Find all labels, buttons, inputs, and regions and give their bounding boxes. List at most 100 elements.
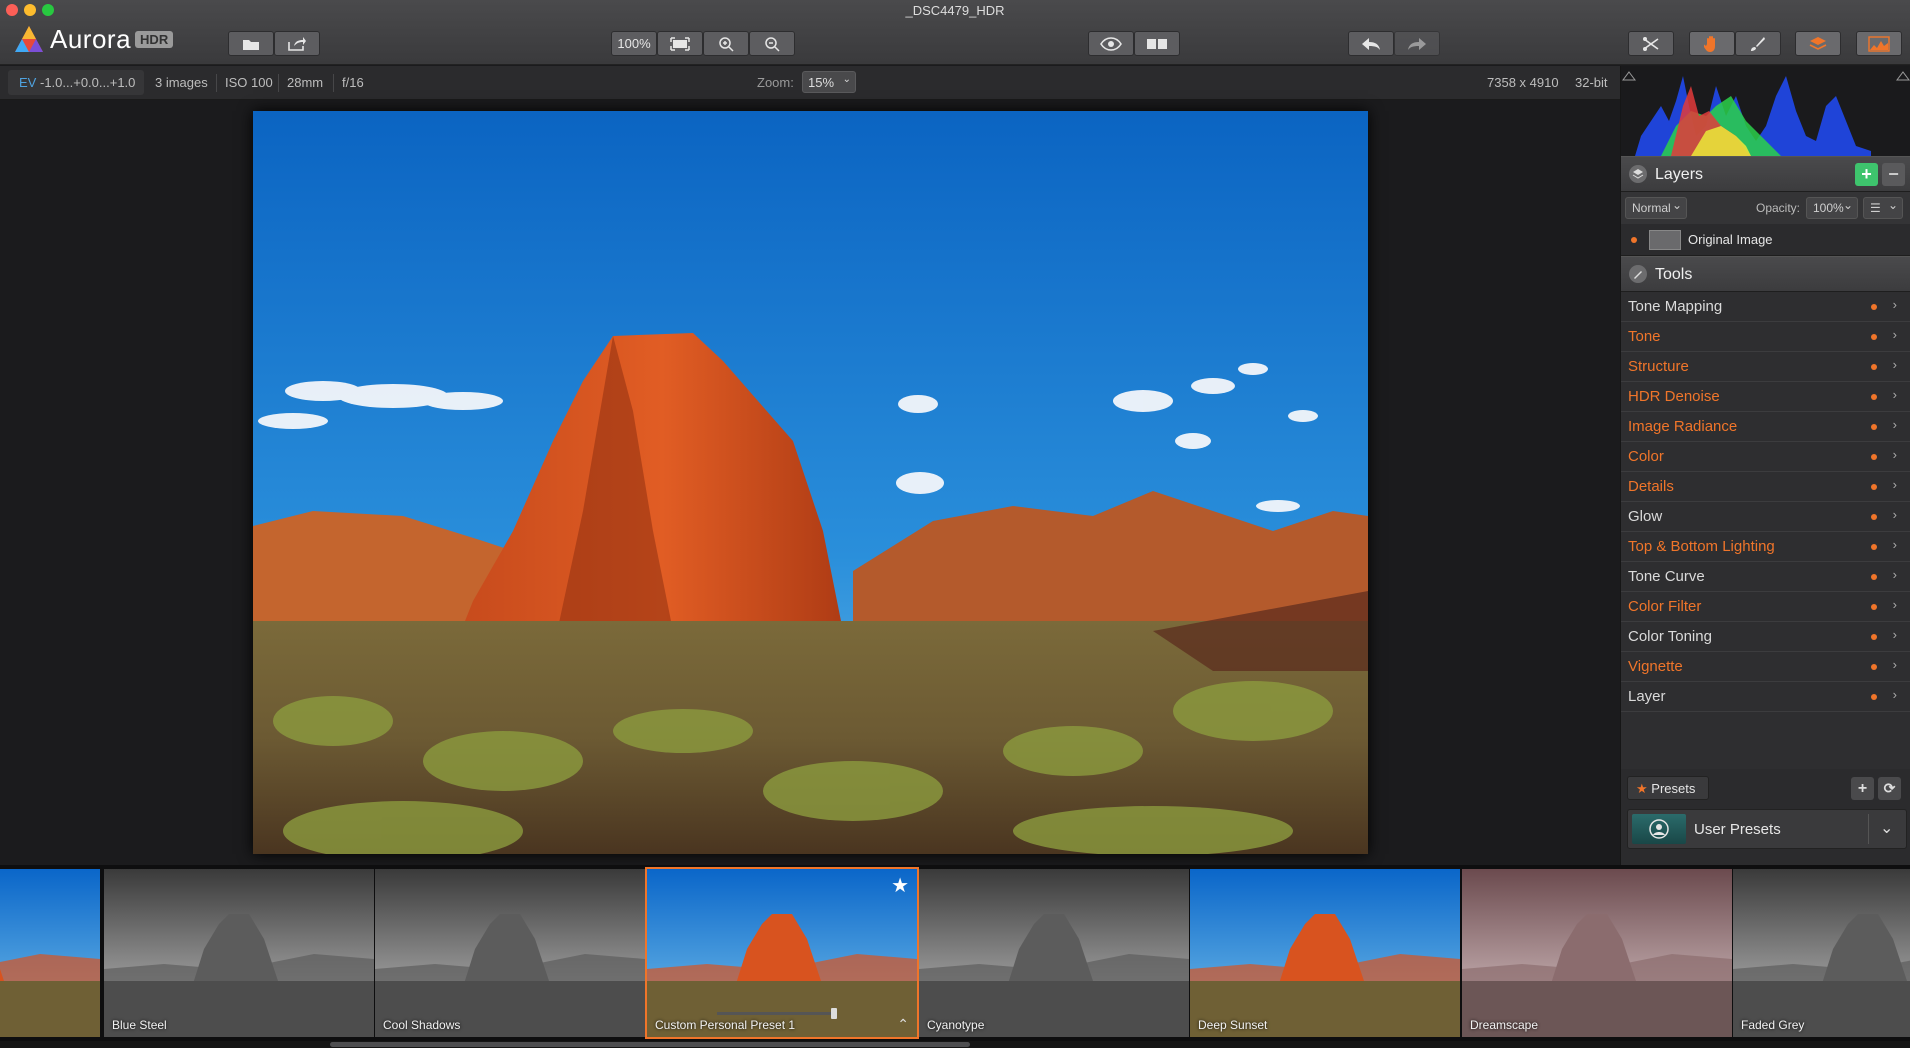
- chevron-right-icon: ›: [1892, 477, 1897, 492]
- add-layer-button[interactable]: +: [1855, 163, 1878, 186]
- opacity-select[interactable]: 100% ⌄: [1806, 197, 1858, 219]
- tool-toggle-dot[interactable]: [1871, 394, 1877, 400]
- tool-item[interactable]: Color Filter ›: [1621, 592, 1910, 622]
- zoom-100-button[interactable]: 100%: [611, 31, 657, 56]
- tool-item[interactable]: HDR Denoise ›: [1621, 382, 1910, 412]
- preset-preview-image: [1462, 869, 1732, 1037]
- iso-value: ISO 100: [225, 75, 273, 90]
- chevron-down-icon: ⌄: [1887, 198, 1898, 212]
- layers-toggle-button[interactable]: [1795, 31, 1841, 56]
- tool-label: Vignette: [1628, 658, 1683, 675]
- presets-filmstrip: Blue Steel Cool Shadows Custom Personal Pr…: [0, 865, 1910, 1048]
- tool-item[interactable]: Top & Bottom Lighting ›: [1621, 532, 1910, 562]
- scrollbar-thumb[interactable]: [330, 1042, 970, 1047]
- refresh-icon: ⟳: [1883, 780, 1896, 796]
- tool-item[interactable]: Image Radiance ›: [1621, 412, 1910, 442]
- layer-menu-button[interactable]: ☰ ⌄: [1863, 197, 1903, 219]
- tool-item[interactable]: Layer ›: [1621, 682, 1910, 712]
- tool-toggle-dot[interactable]: [1871, 574, 1877, 580]
- tool-toggle-dot[interactable]: [1871, 514, 1877, 520]
- tool-toggle-dot[interactable]: [1871, 424, 1877, 430]
- open-button[interactable]: [228, 31, 274, 56]
- undo-button[interactable]: [1348, 31, 1394, 56]
- tool-toggle-dot[interactable]: [1871, 484, 1877, 490]
- compare-button[interactable]: [1134, 31, 1180, 56]
- tool-toggle-dot[interactable]: [1871, 334, 1877, 340]
- app-badge: HDR: [135, 30, 174, 48]
- presets-tab[interactable]: ★ Presets: [1627, 776, 1709, 800]
- redo-button[interactable]: [1394, 31, 1440, 56]
- zoom-in-button[interactable]: [703, 31, 749, 56]
- layers-icon: [1629, 165, 1647, 183]
- tool-item[interactable]: Tone Mapping ›: [1621, 292, 1910, 322]
- share-button[interactable]: [274, 31, 320, 56]
- blend-mode-select[interactable]: Normal ⌄: [1625, 197, 1687, 219]
- preset-preview-image: [104, 869, 374, 1037]
- main-photo[interactable]: [253, 111, 1368, 861]
- presets-panel: ★ Presets + ⟳ User Presets ⌄: [1621, 769, 1910, 865]
- tool-item[interactable]: Tone Curve ›: [1621, 562, 1910, 592]
- preset-thumb[interactable]: Deep Sunset: [1190, 869, 1460, 1037]
- preset-strength-slider[interactable]: [717, 1008, 837, 1019]
- layer-row[interactable]: Original Image: [1621, 224, 1910, 256]
- tool-toggle-dot[interactable]: [1871, 664, 1877, 670]
- chevron-up-icon[interactable]: ⌃: [897, 1016, 909, 1033]
- histogram-toggle-button[interactable]: [1856, 31, 1902, 56]
- preview-button[interactable]: [1088, 31, 1134, 56]
- chevron-right-icon: ›: [1892, 537, 1897, 552]
- zoom-out-button[interactable]: [749, 31, 795, 56]
- tool-item[interactable]: Color Toning ›: [1621, 622, 1910, 652]
- preset-label: Cool Shadows: [383, 1018, 461, 1032]
- tool-toggle-dot[interactable]: [1871, 544, 1877, 550]
- favorite-star-icon[interactable]: ★: [891, 873, 909, 898]
- chevron-right-icon: ›: [1892, 417, 1897, 432]
- minus-icon: −: [1888, 164, 1899, 184]
- preset-label: Blue Steel: [112, 1018, 167, 1032]
- preset-category-select[interactable]: User Presets ⌄: [1627, 809, 1907, 849]
- tools-panel-header[interactable]: Tools: [1621, 256, 1910, 292]
- preset-thumb-selected[interactable]: Custom Personal Preset 1 ★ ⌃: [645, 867, 919, 1039]
- preset-thumb[interactable]: Dreamscape: [1462, 869, 1732, 1037]
- tool-toggle-dot[interactable]: [1871, 604, 1877, 610]
- histogram: [1621, 66, 1910, 156]
- layers-panel-header[interactable]: Layers + −: [1621, 156, 1910, 192]
- preset-preview-image: [0, 869, 100, 1037]
- slider-handle[interactable]: [831, 1008, 837, 1019]
- fit-screen-button[interactable]: [657, 31, 703, 56]
- preset-label: Custom Personal Preset 1: [655, 1018, 796, 1032]
- tool-label: Top & Bottom Lighting: [1628, 538, 1775, 555]
- preset-thumb[interactable]: Faded Grey: [1733, 869, 1910, 1037]
- add-preset-button[interactable]: +: [1851, 777, 1874, 800]
- tool-item[interactable]: Structure ›: [1621, 352, 1910, 382]
- brush-tool-button[interactable]: [1735, 31, 1781, 56]
- tool-item[interactable]: Color ›: [1621, 442, 1910, 472]
- tools-title: Tools: [1655, 266, 1693, 283]
- hand-tool-button[interactable]: [1689, 31, 1735, 56]
- refresh-presets-button[interactable]: ⟳: [1878, 777, 1901, 800]
- preset-thumb[interactable]: Cool Shadows: [375, 869, 645, 1037]
- layer-visibility-dot[interactable]: [1631, 237, 1637, 243]
- preset-label: Dreamscape: [1470, 1018, 1539, 1032]
- tool-item[interactable]: Details ›: [1621, 472, 1910, 502]
- zoom-select[interactable]: 15% ⌄: [802, 71, 856, 93]
- preset-thumb[interactable]: Cyanotype: [919, 869, 1189, 1037]
- tool-toggle-dot[interactable]: [1871, 364, 1877, 370]
- tool-item[interactable]: Vignette ›: [1621, 652, 1910, 682]
- tool-toggle-dot[interactable]: [1871, 304, 1877, 310]
- histogram-graph: [1622, 71, 1910, 156]
- tool-label: Glow: [1628, 508, 1663, 525]
- tool-toggle-dot[interactable]: [1871, 694, 1877, 700]
- tool-item[interactable]: Glow ›: [1621, 502, 1910, 532]
- preset-thumb[interactable]: Blue Steel: [104, 869, 374, 1037]
- fit-screen-icon: [670, 36, 690, 51]
- crop-icon: [1643, 36, 1659, 51]
- zoom-value: 15%: [808, 75, 835, 90]
- user-presets-icon: [1632, 814, 1686, 844]
- crop-button[interactable]: [1628, 31, 1674, 56]
- remove-layer-button[interactable]: −: [1882, 163, 1905, 186]
- undo-icon: [1362, 37, 1380, 50]
- tool-toggle-dot[interactable]: [1871, 454, 1877, 460]
- tool-item[interactable]: Tone ›: [1621, 322, 1910, 352]
- tool-toggle-dot[interactable]: [1871, 634, 1877, 640]
- preset-thumb[interactable]: [0, 869, 100, 1037]
